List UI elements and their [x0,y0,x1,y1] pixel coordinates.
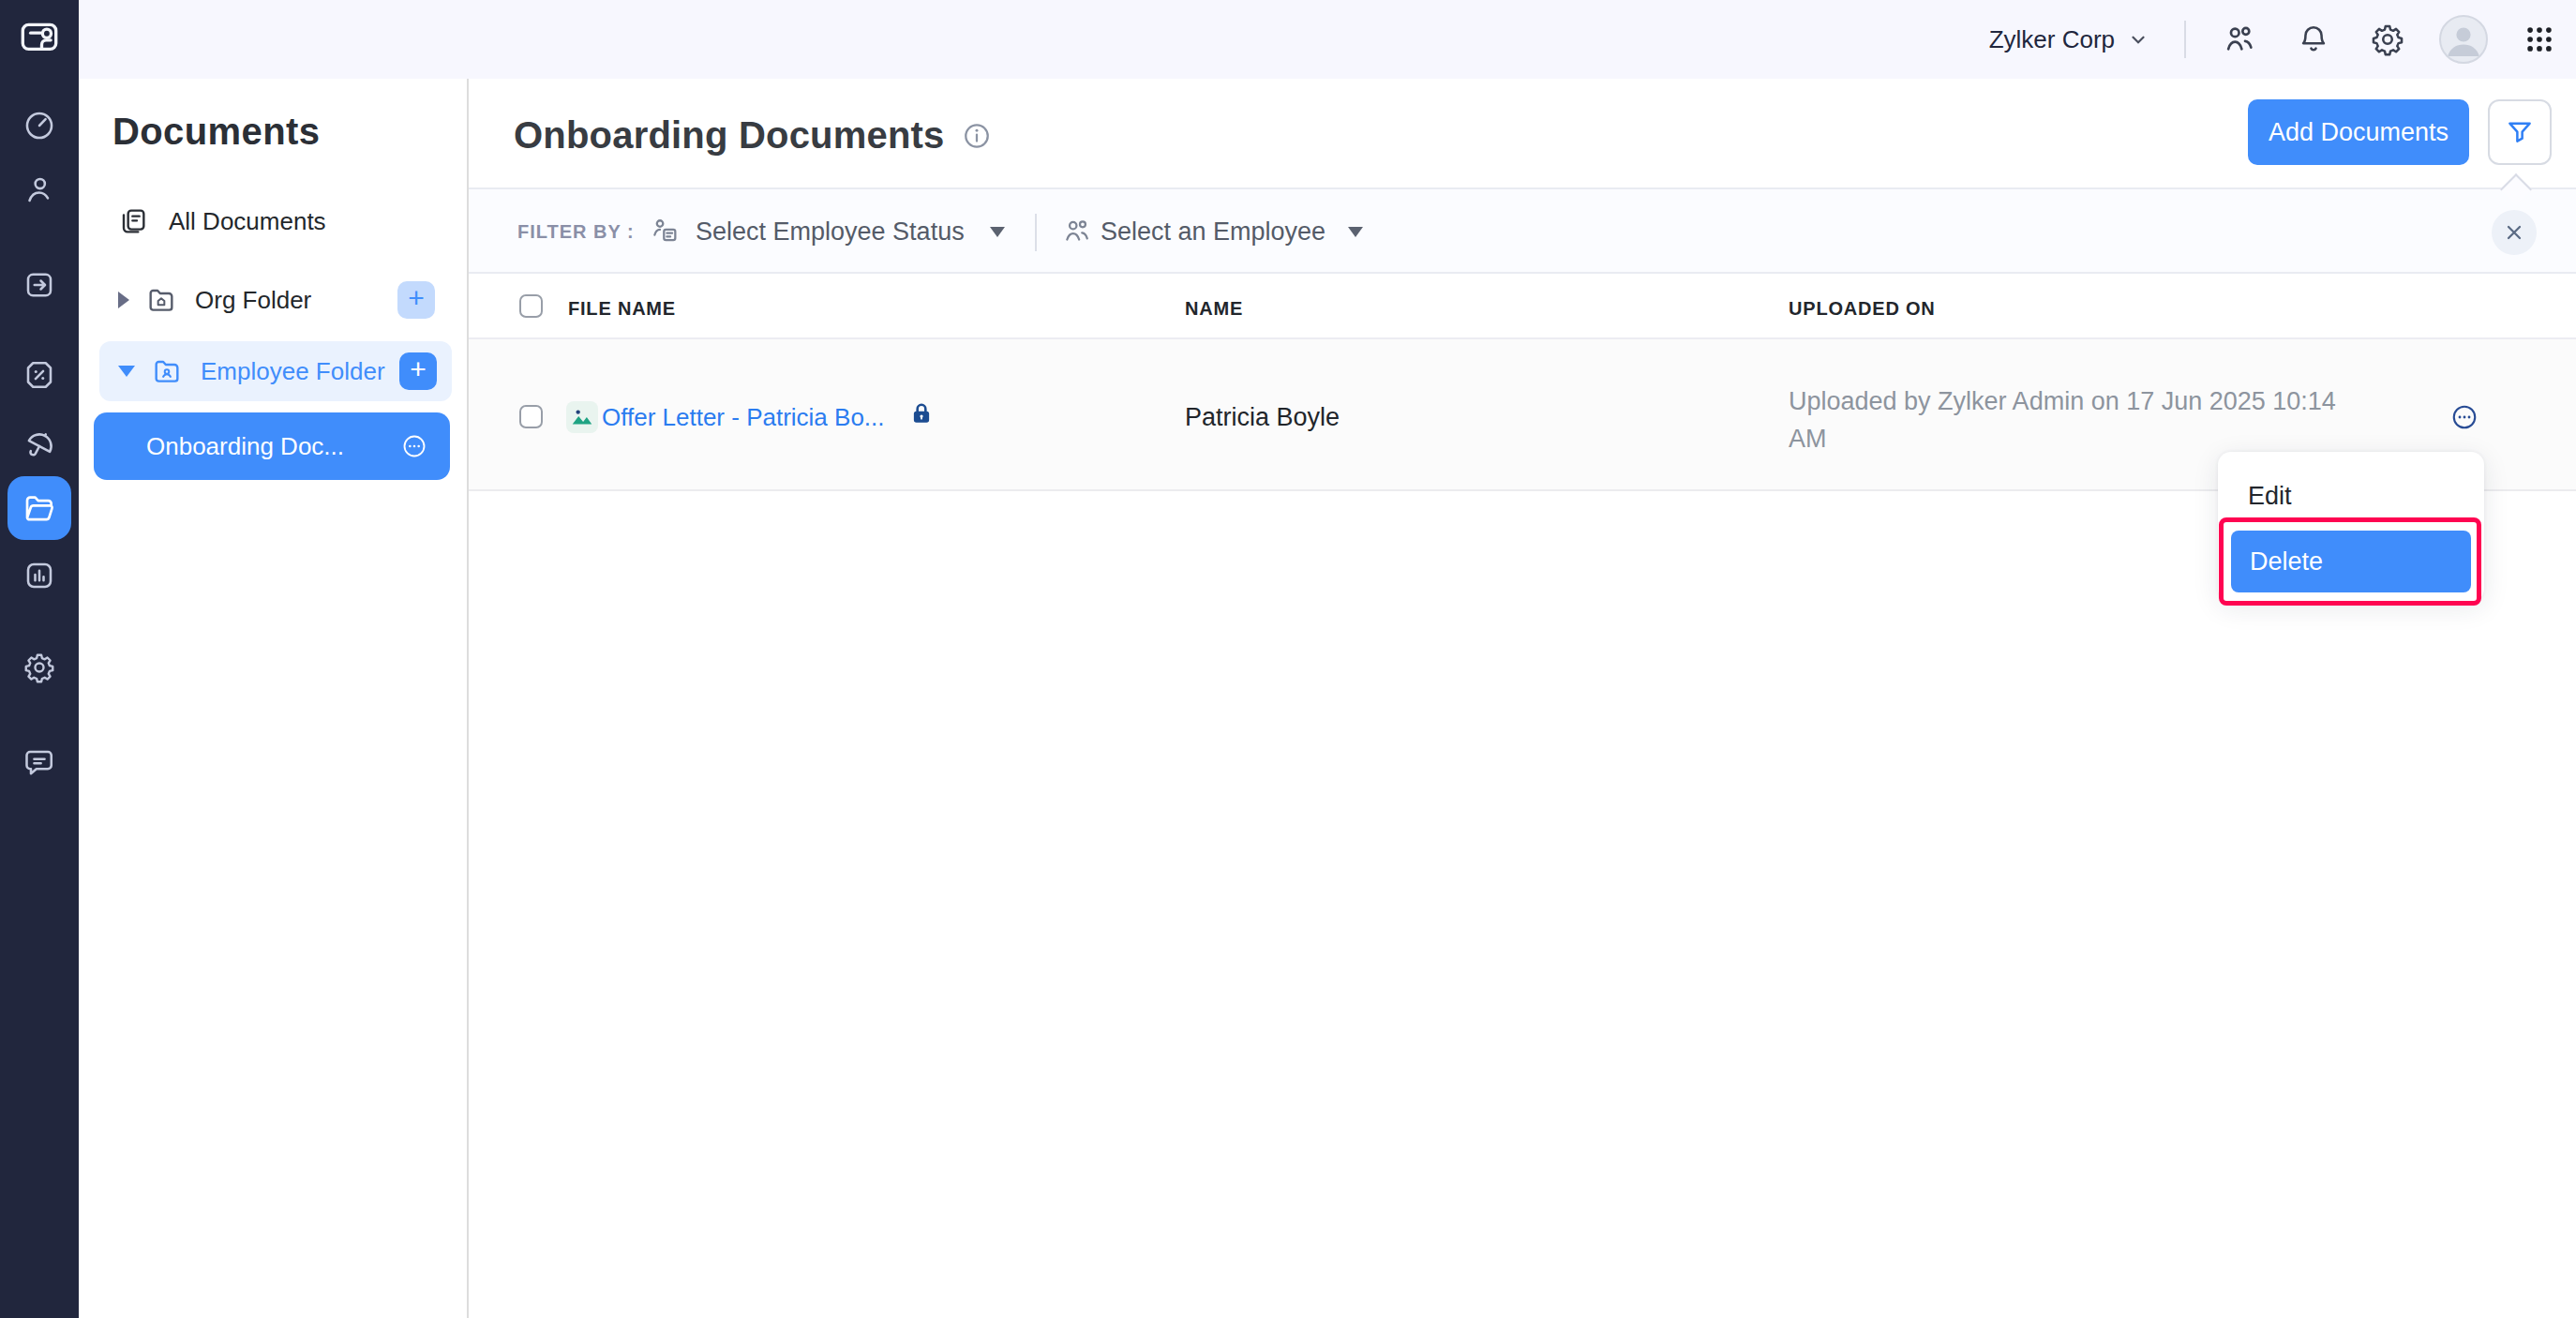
add-employee-folder-button[interactable]: + [399,352,437,390]
select-an-employee-dropdown[interactable]: Select an Employee [1101,217,1325,247]
folder-options-icon[interactable] [401,433,427,459]
sidebar-title: Documents [112,111,320,153]
employee-folder-icon [152,356,182,386]
table-header: FILE NAME NAME UPLOADED ON [469,274,2576,339]
rail-settings-icon[interactable] [0,651,79,684]
company-name: Zylker Corp [1989,25,2115,54]
dropdown-caret-icon[interactable] [990,227,1005,237]
lock-icon [909,401,934,426]
documents-stack-icon [118,206,148,236]
uploaded-on-cell: Uploaded by Zylker Admin on 17 Jun 2025 … [1789,382,2366,457]
funnel-icon [2506,118,2534,146]
employee-icon [1061,216,1093,247]
add-org-folder-button[interactable]: + [397,281,435,319]
app: Zylker Corp [0,0,2576,1318]
page-title: Onboarding Documents [514,114,945,157]
rail-time-icon[interactable] [0,109,79,142]
org-folder-icon [146,285,176,315]
sidebar-item-org-folder[interactable]: Org Folder + [79,276,469,324]
topbar: Zylker Corp [79,0,2576,79]
info-icon[interactable] [962,121,992,151]
sidebar-item-label: Onboarding Doc... [146,432,344,461]
sidebar-item-employee-folder[interactable]: Employee Folder + [99,341,452,401]
rail-leave-icon[interactable] [0,268,79,302]
settings-icon[interactable] [2370,22,2405,57]
employee-status-icon [649,216,681,247]
column-file-name: FILE NAME [568,298,676,320]
row-actions-menu: Edit Delete [2218,452,2484,602]
sidebar-item-label: All Documents [169,207,326,236]
rail-reports-icon[interactable] [0,559,79,592]
filter-divider [1035,214,1037,251]
apps-grid-icon[interactable] [2524,23,2555,55]
app-rail [0,0,79,1318]
add-documents-button[interactable]: Add Documents [2248,99,2469,165]
close-icon [2503,221,2525,244]
chevron-right-icon[interactable] [118,292,129,308]
select-employee-status-dropdown[interactable]: Select Employee Status [696,217,965,247]
rail-benefits-icon[interactable] [0,429,79,463]
rail-files-icon[interactable] [7,476,71,540]
file-link[interactable]: Offer Letter - Patricia Bo... [602,403,885,432]
people-icon[interactable] [2222,22,2257,57]
documents-sidebar: Documents All Documents Org Folder + Emp… [79,79,469,1318]
topbar-divider [2184,21,2186,58]
sidebar-item-all-documents[interactable]: All Documents [79,197,469,246]
chevron-down-icon[interactable] [118,366,135,377]
column-name: NAME [1185,298,1243,320]
close-filter-button[interactable] [2492,210,2537,255]
avatar[interactable] [2439,15,2488,64]
notifications-icon[interactable] [2297,22,2330,56]
menu-item-edit[interactable]: Edit [2248,482,2292,511]
column-uploaded-on: UPLOADED ON [1789,298,1936,320]
row-checkbox[interactable] [519,405,543,428]
image-file-icon [566,401,598,433]
sidebar-item-label: Employee Folder [201,357,385,386]
row-actions-button[interactable] [2450,403,2479,431]
app-logo-icon[interactable] [0,0,79,79]
sidebar-item-label: Org Folder [195,286,311,315]
dropdown-caret-icon[interactable] [1348,227,1363,237]
chevron-down-icon [2128,29,2149,50]
employee-name-cell: Patricia Boyle [1185,403,1340,432]
company-switcher[interactable]: Zylker Corp [1989,25,2149,54]
rail-people-icon[interactable] [0,172,79,206]
filter-button[interactable] [2488,99,2552,165]
main-content: Onboarding Documents Add Documents FILTE… [469,79,2576,1318]
rail-attendance-icon[interactable] [0,358,79,392]
filter-by-label: FILTER BY : [517,221,635,243]
select-all-checkbox[interactable] [519,294,543,318]
sidebar-item-onboarding-documents[interactable]: Onboarding Doc... [94,412,450,480]
menu-item-delete[interactable]: Delete [2231,531,2471,592]
rail-chat-icon[interactable] [0,746,79,780]
filter-panel: FILTER BY : Select Employee Status Selec… [469,187,2576,274]
